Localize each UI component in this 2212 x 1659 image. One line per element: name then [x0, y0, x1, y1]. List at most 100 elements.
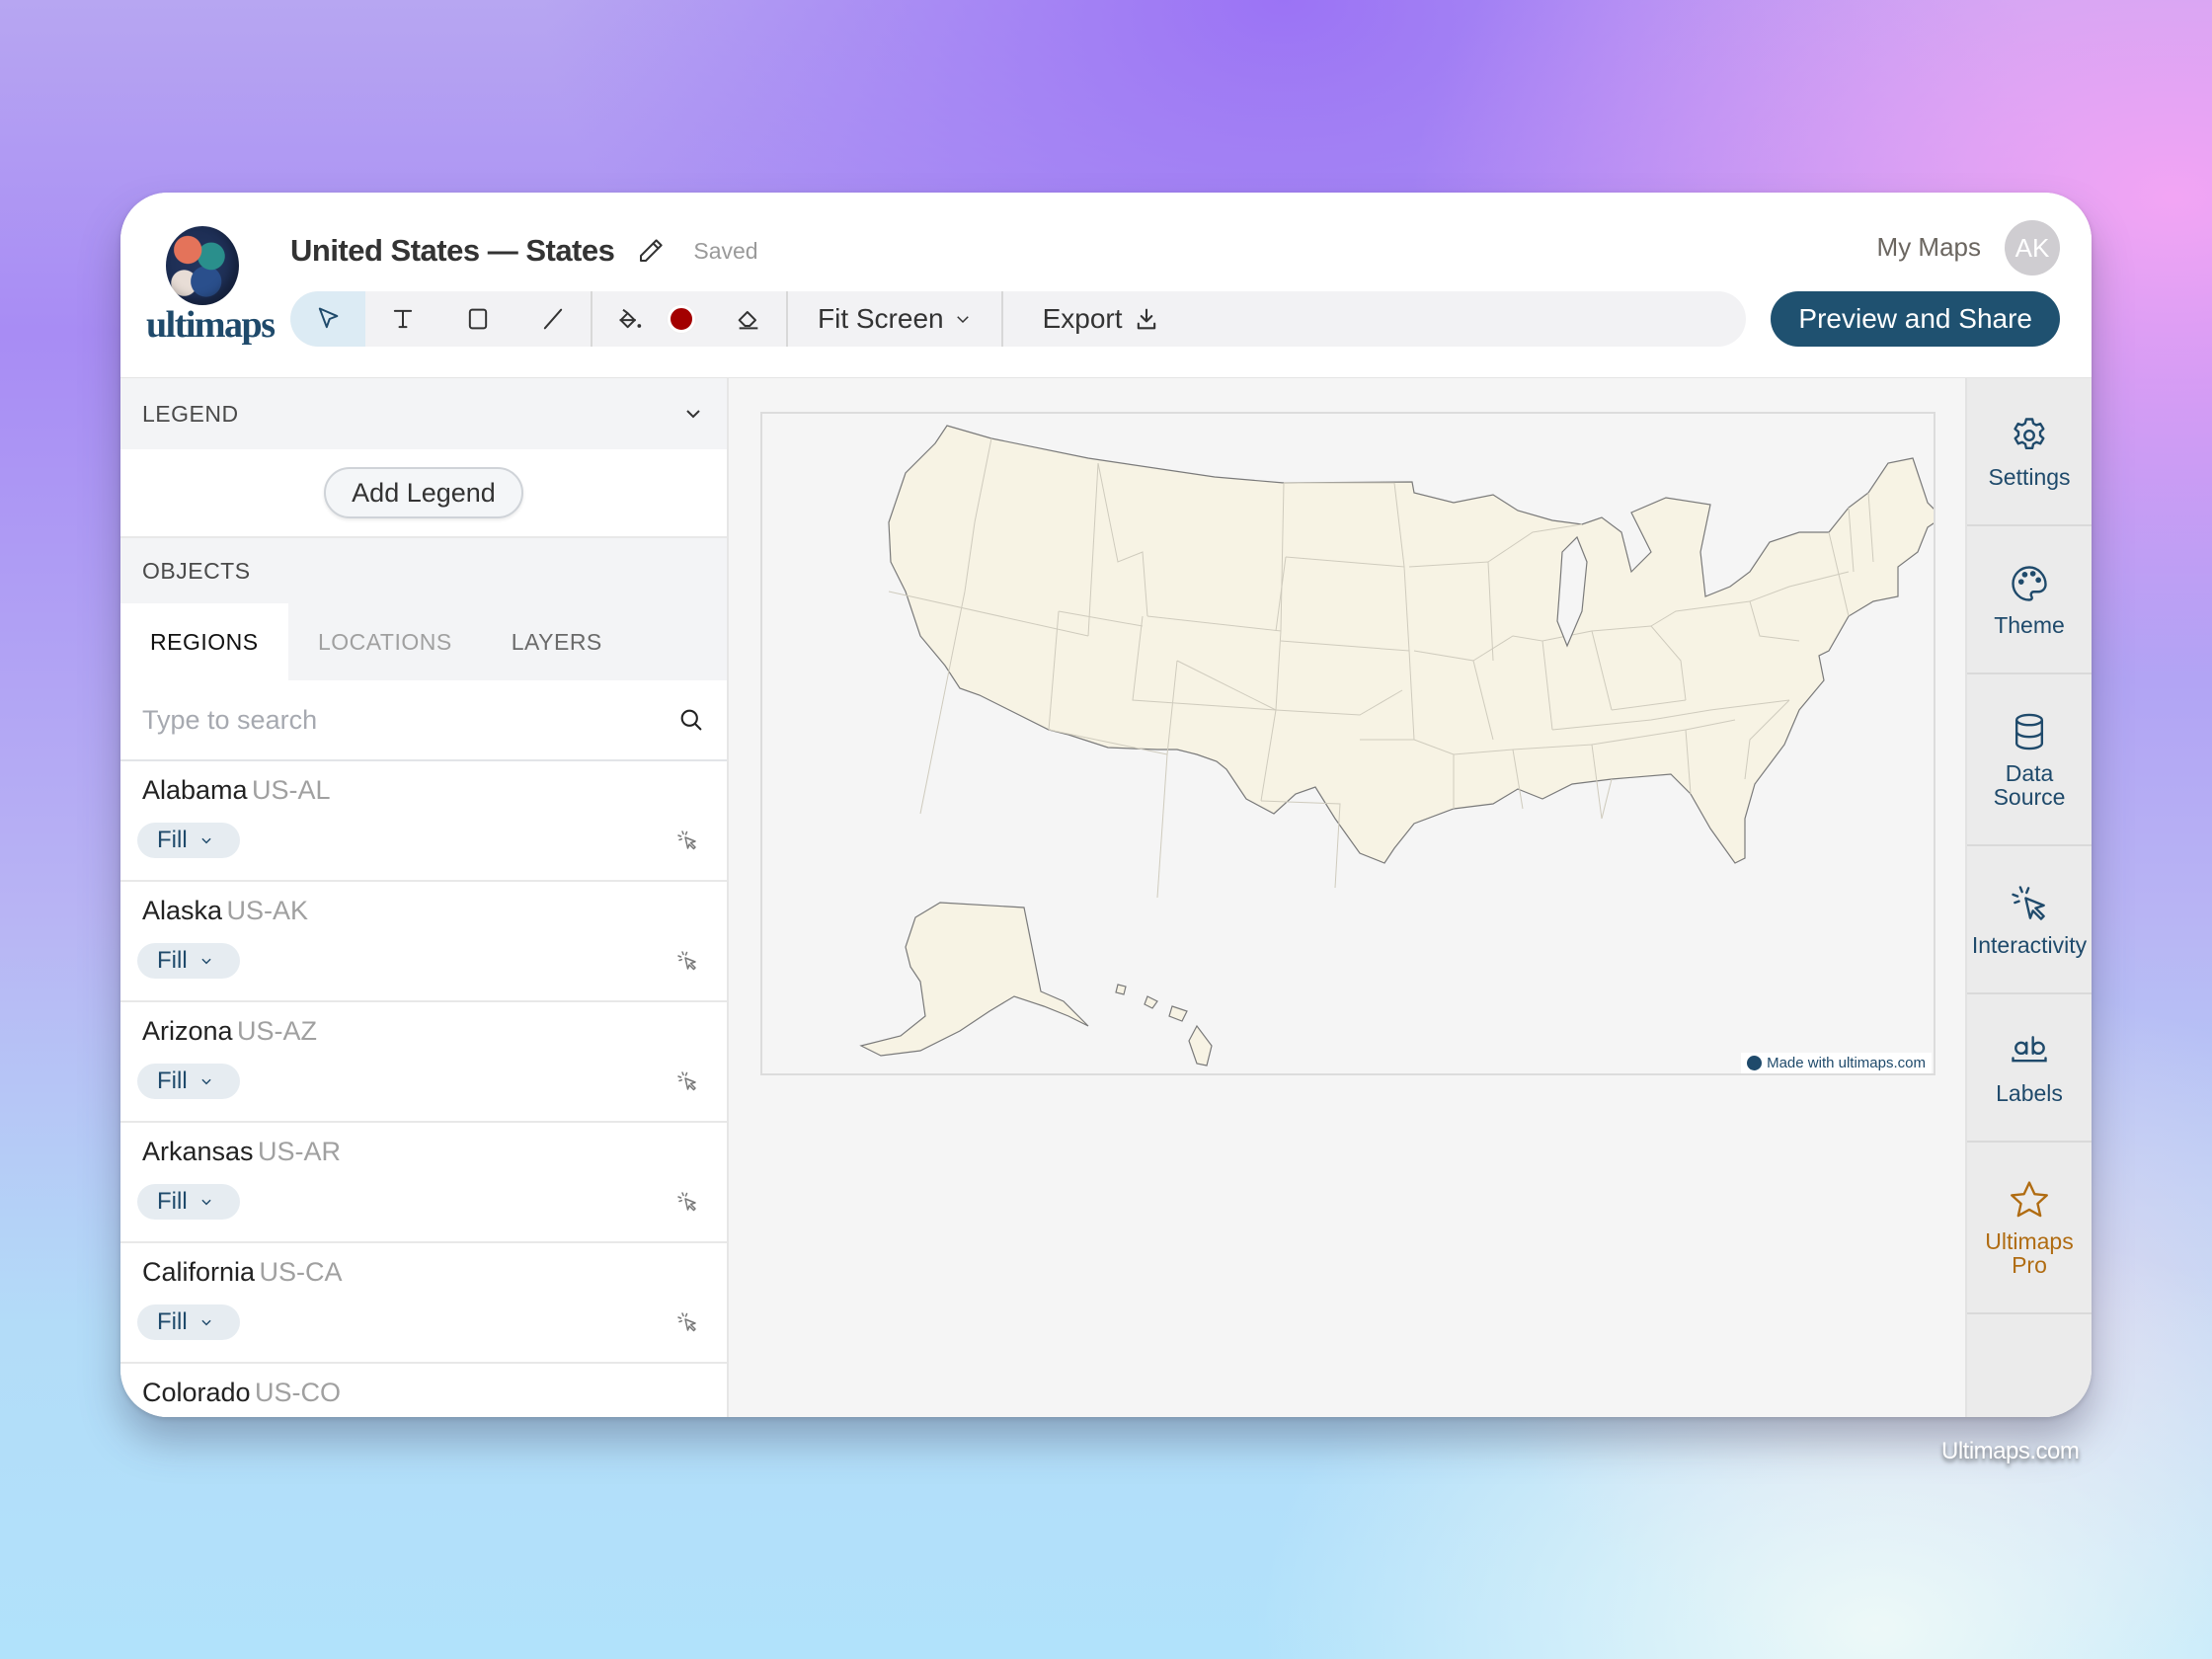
- rail-theme-button[interactable]: Theme: [1967, 526, 2092, 674]
- title-row: United States — States Saved: [290, 226, 758, 276]
- map-region-alaska[interactable]: [859, 902, 1089, 1057]
- state-border-line: [1601, 778, 1613, 820]
- rail-labels-button[interactable]: Labels: [1967, 994, 2092, 1143]
- text-tool-icon: [393, 309, 413, 329]
- app-window: ultimaps United States — States Saved Fi…: [120, 193, 2092, 1417]
- add-legend-button[interactable]: Add Legend: [324, 467, 523, 518]
- fill-label: Fill: [157, 1067, 188, 1094]
- star-icon: [2011, 1181, 2048, 1218]
- brand-wordmark: ultimaps: [146, 304, 276, 346]
- rail-ultimaps-pro-label: Ultimaps Pro: [1985, 1227, 2074, 1278]
- line-icon: [543, 308, 563, 330]
- eraser-icon: [738, 311, 758, 330]
- toolbar: Fit Screen Export: [290, 291, 1746, 347]
- export-label: Export: [1042, 303, 1123, 334]
- region-search-input[interactable]: [142, 704, 616, 736]
- download-icon: [1137, 308, 1155, 330]
- map-region-hawaii-kauai[interactable]: [1115, 984, 1127, 995]
- search-icon[interactable]: [677, 706, 705, 734]
- tab-locations[interactable]: LOCATIONS: [288, 603, 482, 680]
- region-fill-dropdown[interactable]: Fill: [137, 1064, 240, 1099]
- line-tool-button[interactable]: [515, 291, 591, 347]
- chevron-down-icon: [956, 316, 969, 324]
- region-list-item[interactable]: Colorado US-CO Fill: [120, 1364, 727, 1417]
- paint-bucket-icon: [619, 308, 642, 329]
- globe-icon: [1747, 1056, 1763, 1070]
- region-interactivity-icon[interactable]: [675, 1310, 699, 1334]
- tab-layers[interactable]: LAYERS: [482, 603, 632, 680]
- objects-tabs: REGIONS LOCATIONS LAYERS: [120, 603, 727, 680]
- region-interactivity-icon[interactable]: [675, 1190, 699, 1214]
- rail-data-source-button[interactable]: Data Source: [1967, 674, 2092, 846]
- eraser-tool-button[interactable]: [711, 291, 786, 347]
- region-interactivity-icon[interactable]: [675, 1069, 699, 1093]
- rectangle-tool-button[interactable]: [440, 291, 515, 347]
- rail-ultimaps-pro-button[interactable]: Ultimaps Pro: [1967, 1143, 2092, 1314]
- region-list-item[interactable]: Arkansas US-AR Fill: [120, 1123, 727, 1243]
- user-avatar[interactable]: AK: [2005, 220, 2060, 276]
- region-code: US-CA: [259, 1257, 343, 1287]
- region-name: Alabama: [142, 775, 248, 805]
- rectangle-icon: [468, 308, 488, 330]
- fit-screen-dropdown[interactable]: Fit Screen: [788, 291, 1001, 347]
- region-list-item[interactable]: Alabama US-AL Fill: [120, 761, 727, 882]
- region-name: Arkansas: [142, 1137, 254, 1166]
- map-region-hawaii-big[interactable]: [1188, 1024, 1213, 1066]
- map-region-hawaii-oahu[interactable]: [1144, 995, 1158, 1009]
- fill-label: Fill: [157, 1308, 188, 1335]
- rail-settings-button[interactable]: Settings: [1967, 378, 2092, 526]
- region-list-item[interactable]: Alaska US-AK Fill: [120, 882, 727, 1002]
- click-cursor-icon: [2012, 886, 2045, 920]
- ultimaps-watermark: Ultimaps.com: [1941, 1438, 2080, 1464]
- map-frame[interactable]: Made with ultimaps.com: [760, 412, 1936, 1075]
- region-list-item[interactable]: California US-CA Fill: [120, 1243, 727, 1364]
- rail-data-source-label: Data Source: [1993, 759, 2066, 810]
- chevron-down-icon: [201, 1199, 211, 1206]
- map-region-hawaii-maui[interactable]: [1168, 1005, 1188, 1022]
- legend-body: Add Legend: [120, 449, 727, 538]
- rail-labels-label: Labels: [1996, 1079, 2063, 1106]
- fill-color-swatch[interactable]: [668, 291, 711, 347]
- ultimaps-logo[interactable]: ultimaps: [146, 226, 276, 346]
- us-states-map[interactable]: [762, 414, 1936, 1075]
- map-title[interactable]: United States — States: [290, 233, 615, 269]
- region-fill-dropdown[interactable]: Fill: [137, 943, 240, 979]
- database-icon: [2014, 713, 2044, 750]
- region-fill-dropdown[interactable]: Fill: [137, 1304, 240, 1340]
- map-credit[interactable]: Made with ultimaps.com: [1741, 1053, 1932, 1073]
- region-interactivity-icon[interactable]: [675, 829, 699, 852]
- text-tool-button[interactable]: [365, 291, 440, 347]
- map-canvas: Made with ultimaps.com: [729, 378, 1965, 1417]
- region-code: US-AL: [252, 775, 331, 805]
- my-maps-link[interactable]: My Maps: [1877, 232, 1981, 263]
- region-fill-dropdown[interactable]: Fill: [137, 823, 240, 858]
- rail-settings-label: Settings: [1988, 463, 2071, 490]
- region-list-item[interactable]: Arizona US-AZ Fill: [120, 1002, 727, 1123]
- edit-title-pencil-icon[interactable]: [636, 236, 666, 266]
- fill-label: Fill: [157, 947, 188, 974]
- chevron-down-icon[interactable]: [681, 402, 705, 426]
- region-list: Alabama US-AL Fill Alaska US-AK Fill Ari…: [120, 761, 727, 1417]
- rail-interactivity-button[interactable]: Interactivity: [1967, 846, 2092, 994]
- text-labels-icon: [2012, 1036, 2047, 1063]
- region-fill-dropdown[interactable]: Fill: [137, 1184, 240, 1220]
- region-code: US-AR: [258, 1137, 342, 1166]
- map-region-contiguous-us[interactable]: [888, 425, 1936, 864]
- fill-tool-button[interactable]: [592, 291, 668, 347]
- rail-interactivity-label: Interactivity: [1971, 931, 2088, 958]
- legend-section-header[interactable]: LEGEND: [120, 378, 727, 449]
- region-code: US-AK: [226, 896, 309, 925]
- chevron-down-icon: [201, 958, 211, 965]
- export-button[interactable]: Export: [1003, 291, 1190, 347]
- tab-regions[interactable]: REGIONS: [120, 603, 288, 680]
- select-tool-button[interactable]: [290, 291, 365, 347]
- region-interactivity-icon[interactable]: [675, 949, 699, 973]
- chevron-down-icon: [201, 1078, 211, 1085]
- objects-section-header: OBJECTS: [120, 538, 727, 603]
- right-rail: Settings Theme Data Source Interactivity: [1965, 378, 2092, 1417]
- fit-screen-label: Fit Screen: [818, 303, 944, 334]
- preview-and-share-button[interactable]: Preview and Share: [1771, 291, 2060, 347]
- globe-logo-icon: [166, 226, 239, 305]
- region-code: US-CO: [255, 1378, 342, 1407]
- region-search: [120, 680, 727, 761]
